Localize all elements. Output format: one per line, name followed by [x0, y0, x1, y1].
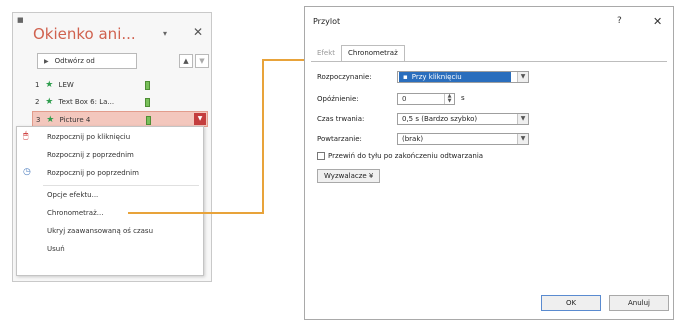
delay-label: Opóźnienie: [317, 95, 359, 103]
repeat-label: Powtarzanie: [317, 135, 362, 143]
delay-value: 0 [402, 95, 407, 103]
chevron-down-icon[interactable]: ▼ [517, 134, 528, 144]
duration-label: Czas trwania: [317, 115, 365, 123]
chevron-down-icon[interactable]: ▼ [517, 72, 528, 82]
chevron-down-icon[interactable]: ▼ [517, 114, 528, 124]
fly-in-dialog: Przylot ? ✕ Efekt Chronometraż Rozpoczyn… [304, 6, 674, 320]
start-select[interactable]: ▪ Przy kliknięciu ▼ [397, 71, 529, 83]
stepper-arrows-icon[interactable]: ▲ ▼ [444, 94, 454, 104]
repeat-value: (brak) [402, 135, 424, 143]
rewind-label: Przewiń do tyłu po zakończeniu odtwarzan… [328, 152, 484, 160]
duration-select[interactable]: 0,5 s (Bardzo szybko) ▼ [397, 113, 529, 125]
ok-button[interactable]: OK [541, 295, 601, 311]
duration-value: 0,5 s (Bardzo szybko) [402, 115, 478, 123]
rewind-checkbox[interactable] [317, 152, 325, 160]
help-icon[interactable]: ? [617, 16, 622, 26]
mouse-icon: ▪ [403, 73, 408, 81]
cancel-button[interactable]: Anuluj [609, 295, 669, 311]
start-label: Rozpoczynanie: [317, 73, 372, 81]
dialog-title: Przylot [313, 17, 341, 26]
tab-timing[interactable]: Chronometraż [341, 45, 405, 61]
tab-effect[interactable]: Efekt [313, 47, 339, 61]
tab-divider [311, 61, 667, 62]
delay-unit: s [461, 94, 465, 102]
start-value: Przy kliknięciu [411, 73, 462, 81]
delay-stepper[interactable]: 0 ▲ ▼ [397, 93, 455, 105]
triggers-button[interactable]: Wyzwalacze ¥ [317, 169, 381, 183]
rewind-option[interactable]: Przewiń do tyłu po zakończeniu odtwarzan… [317, 152, 483, 160]
repeat-select[interactable]: (brak) ▼ [397, 133, 529, 145]
close-icon[interactable]: ✕ [653, 15, 662, 28]
